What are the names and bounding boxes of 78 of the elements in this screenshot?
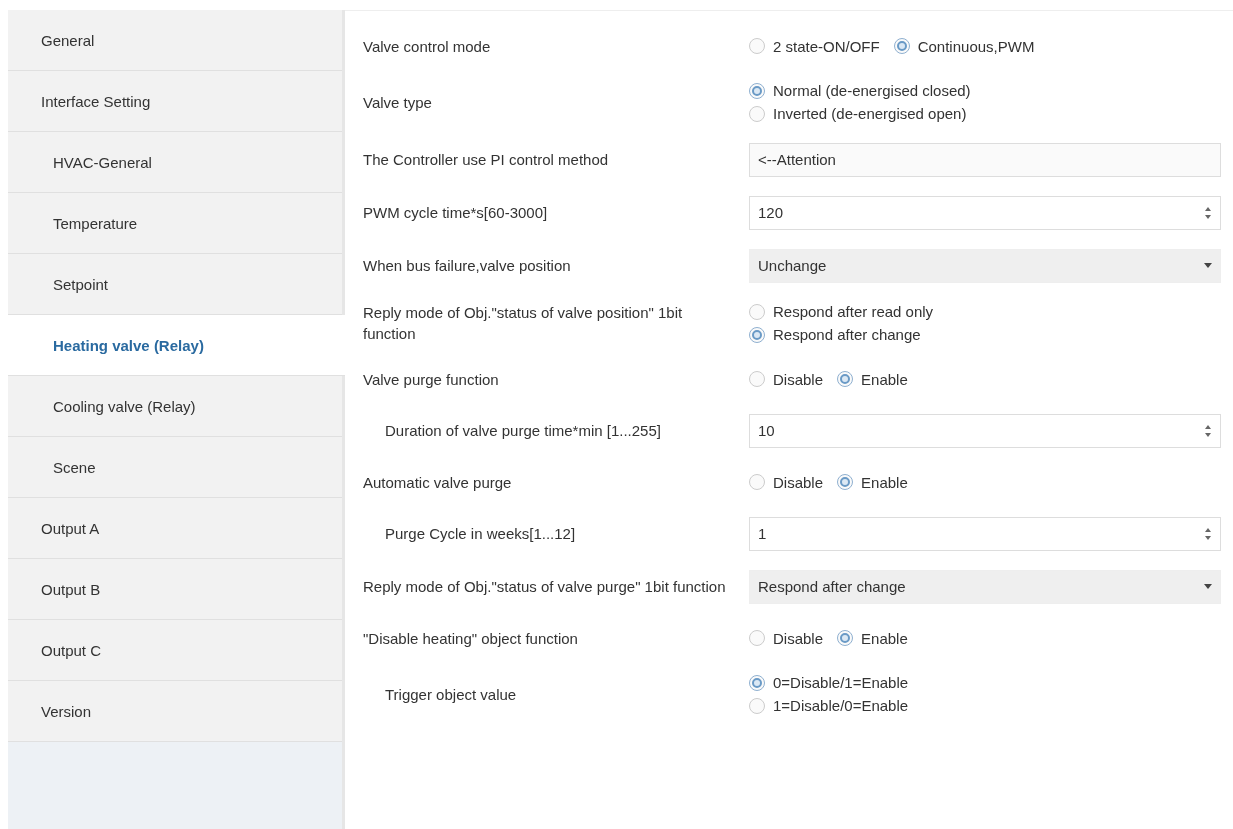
spinner-arrows-icon[interactable] [1204,423,1212,438]
number-field[interactable]: 1 [749,516,1221,551]
sidebar-item[interactable]: Interface Setting [8,71,342,132]
radio-option[interactable]: Enable [837,473,908,491]
radio-button[interactable] [749,326,765,343]
radio-button[interactable] [837,474,854,490]
radio-option[interactable]: Continuous,PWM [893,37,1035,55]
radio-option[interactable]: Respond after change [749,326,1221,343]
setting-label: Reply mode of Obj."status of valve purge" 1bit function [363,578,726,595]
sidebar-item[interactable]: Output C [8,620,342,681]
dropdown[interactable]: Respond after change [749,569,1221,604]
sidebar-item[interactable]: HVAC-General [8,132,342,193]
radio-option[interactable]: Enable [837,629,908,647]
radio-button[interactable] [837,630,854,646]
option-label: Disable [773,370,824,388]
setting-label: PWM cycle time*s[60-3000] [363,204,548,221]
setting-label: "Disable heating" object function [363,629,578,647]
text-field[interactable]: <--Attention [749,142,1221,177]
option-label: Respond after change [773,326,921,343]
caret-icon [1204,584,1212,589]
sidebar-item[interactable]: General [8,10,342,71]
radio-button[interactable] [749,82,765,99]
radio-option[interactable]: Normal (de-energised closed) [749,82,1221,99]
radio-option[interactable]: Inverted (de-energised open) [749,105,1221,122]
option-label: Normal (de-energised closed) [773,82,971,99]
setting-label: The Controller use PI control method [363,151,609,168]
radio-button[interactable] [893,38,910,54]
setting-label: Automatic valve purge [363,473,512,491]
radio-button[interactable] [749,38,765,54]
radio-button[interactable] [749,630,765,646]
option-label: Enable [861,473,908,491]
setting-label: Reply mode of Obj."status of valve position" 1bit function [363,304,683,342]
option-label: 1=Disable/0=Enable [773,697,909,714]
option-label: Enable [861,370,908,388]
option-label: Respond after read only [773,303,934,320]
radio-button[interactable] [749,105,765,122]
sidebar-item[interactable]: Cooling valve (Relay) [8,376,342,437]
spinner-arrows-icon[interactable] [1204,526,1212,541]
setting-label: Duration of valve purge time*min [1...255] [385,422,661,439]
radio-option[interactable]: 0=Disable/1=Enable [749,674,1221,691]
radio-option[interactable]: Enable [837,370,908,388]
sidebar-item[interactable]: Scene [8,437,342,498]
radio-button[interactable] [749,474,765,490]
option-label: Continuous,PWM [917,37,1035,55]
sidebar-item[interactable]: Version [8,681,342,742]
setting-label: When bus failure,valve position [363,257,571,274]
radio-option[interactable]: Respond after read only [749,303,1221,320]
radio-button[interactable] [749,697,765,714]
radio-option[interactable]: 1=Disable/0=Enable [749,697,1221,714]
option-label: 0=Disable/1=Enable [773,674,909,691]
setting-label: Valve control mode [363,37,491,55]
radio-button[interactable] [749,674,765,691]
option-label: 2 state-ON/OFF [773,37,880,55]
sidebar-item[interactable]: Heating valve (Relay) [8,315,345,376]
number-field[interactable]: 10 [749,413,1221,448]
setting-label: Trigger object value [385,685,517,703]
option-label: Enable [861,629,908,647]
option-label: Inverted (de-energised open) [773,105,967,122]
caret-icon [1204,263,1212,268]
sidebar-item[interactable]: Temperature [8,193,342,254]
option-label: Disable [773,629,824,647]
setting-label: Valve purge function [363,370,499,388]
setting-label: Valve type [363,93,432,111]
spinner-arrows-icon[interactable] [1204,205,1212,220]
radio-option[interactable]: Disable [749,473,824,491]
radio-button[interactable] [837,371,854,387]
radio-option[interactable]: Disable [749,370,824,388]
sidebar-item[interactable]: Output A [8,498,342,559]
radio-option[interactable]: 2 state-ON/OFF [749,37,880,55]
radio-option[interactable]: Disable [749,629,824,647]
setting-label: Purge Cycle in weeks[1...12] [385,525,576,542]
dropdown[interactable]: Unchange [749,248,1221,283]
sidebar-item[interactable]: Setpoint [8,254,342,315]
option-label: Disable [773,473,824,491]
radio-button[interactable] [749,371,765,387]
number-field[interactable]: 120 [749,195,1221,230]
sidebar-item[interactable]: Output B [8,559,342,620]
radio-button[interactable] [749,303,765,320]
